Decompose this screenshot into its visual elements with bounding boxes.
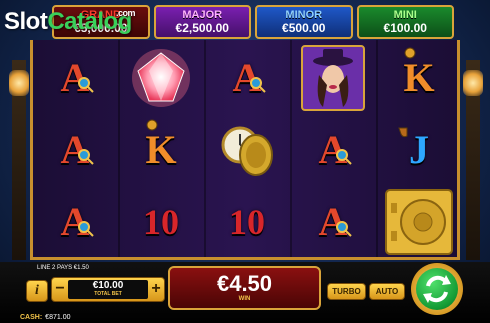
win-display: €4.50 WIN (168, 266, 321, 310)
magnifier-icon (78, 77, 94, 93)
bet-display: €10.00 TOTAL BET (68, 280, 148, 299)
pocket-watch-icon (221, 126, 273, 176)
jackpot-minor: MINOR €500.00 (255, 5, 353, 39)
symbol-A-with-magnifier: A (33, 114, 117, 186)
watermark: SlotCatalog .com (4, 8, 136, 36)
info-button[interactable]: i (26, 280, 48, 302)
cash-balance: CASH: €871.00 (20, 314, 70, 321)
pipe-icon (398, 127, 408, 138)
win-label: WIN (238, 295, 251, 302)
magnifier-icon (250, 77, 266, 93)
magnifier-icon (78, 149, 94, 165)
total-bet-label: TOTAL BET (94, 291, 122, 297)
jackpot-mini-value: €100.00 (383, 20, 427, 35)
cash-value: €871.00 (45, 314, 71, 321)
symbol-10: 10 (205, 186, 289, 258)
symbol-letter: K (145, 127, 177, 172)
autoplay-button[interactable]: AUTO (369, 283, 405, 300)
symbol-lady-detective (291, 42, 375, 114)
symbol-K-with-pipe: K (119, 114, 203, 186)
reels-area: A A A K 10 A 10 A A K J (30, 40, 460, 260)
symbol-A-with-magnifier: A (291, 114, 375, 186)
reel-4: A A (291, 40, 375, 257)
jackpot-minor-label: MINOR (285, 8, 323, 21)
jackpot-major: MAJOR €2,500.00 (153, 5, 251, 39)
symbol-J-with-pipe: J (377, 114, 461, 186)
spin-arrows-icon (423, 275, 451, 303)
reel-1: A A A (33, 40, 117, 257)
jackpot-major-value: €2,500.00 (175, 20, 229, 35)
bet-decrease-button[interactable]: − (52, 278, 68, 301)
symbol-10: 10 (119, 186, 203, 258)
watermark-suffix: .com (116, 8, 136, 18)
spin-button-face[interactable] (416, 268, 458, 310)
symbol-vault (377, 186, 461, 258)
diamond-icon (132, 49, 190, 107)
reel-3: A 10 (205, 40, 289, 257)
symbol-diamond (119, 42, 203, 114)
symbol-A-with-magnifier: A (205, 42, 289, 114)
cash-label: CASH: (20, 314, 43, 321)
symbol-K-with-pipe: K (377, 42, 461, 114)
symbol-pocket-watch (205, 114, 289, 186)
reel-5: K J (377, 40, 461, 257)
pipe-icon (146, 119, 158, 131)
total-bet-value: €10.00 (92, 280, 124, 291)
bet-increase-button[interactable]: + (148, 278, 164, 301)
jackpot-major-label: MAJOR (182, 8, 223, 21)
reel-2: K 10 (119, 40, 203, 257)
symbol-letter: 10 (229, 202, 265, 242)
jackpot-mini: MINI €100.00 (356, 5, 454, 39)
win-value: €4.50 (216, 270, 273, 296)
symbol-A-with-magnifier: A (291, 186, 375, 258)
watermark-part1: Slot (4, 8, 48, 35)
lamp-glow-left (9, 70, 29, 96)
lamp-glow-right (463, 70, 483, 96)
payline-info: LINE 2 PAYS €1.50 (37, 265, 89, 271)
jackpot-mini-label: MINI (393, 8, 417, 21)
symbol-letter: 10 (143, 202, 179, 242)
symbol-A-with-magnifier: A (33, 186, 117, 258)
pipe-icon (404, 47, 416, 59)
symbol-letter: K (403, 55, 435, 100)
bet-selector: − €10.00 TOTAL BET + (51, 277, 165, 302)
magnifier-icon (336, 149, 352, 165)
vault-icon (385, 189, 453, 255)
magnifier-icon (336, 221, 352, 237)
symbol-A-with-magnifier: A (33, 42, 117, 114)
jackpot-minor-value: €500.00 (282, 20, 326, 35)
magnifier-icon (78, 221, 94, 237)
lady-detective-icon (301, 45, 365, 111)
turbo-button[interactable]: TURBO (327, 283, 366, 300)
spin-button[interactable] (411, 263, 463, 315)
